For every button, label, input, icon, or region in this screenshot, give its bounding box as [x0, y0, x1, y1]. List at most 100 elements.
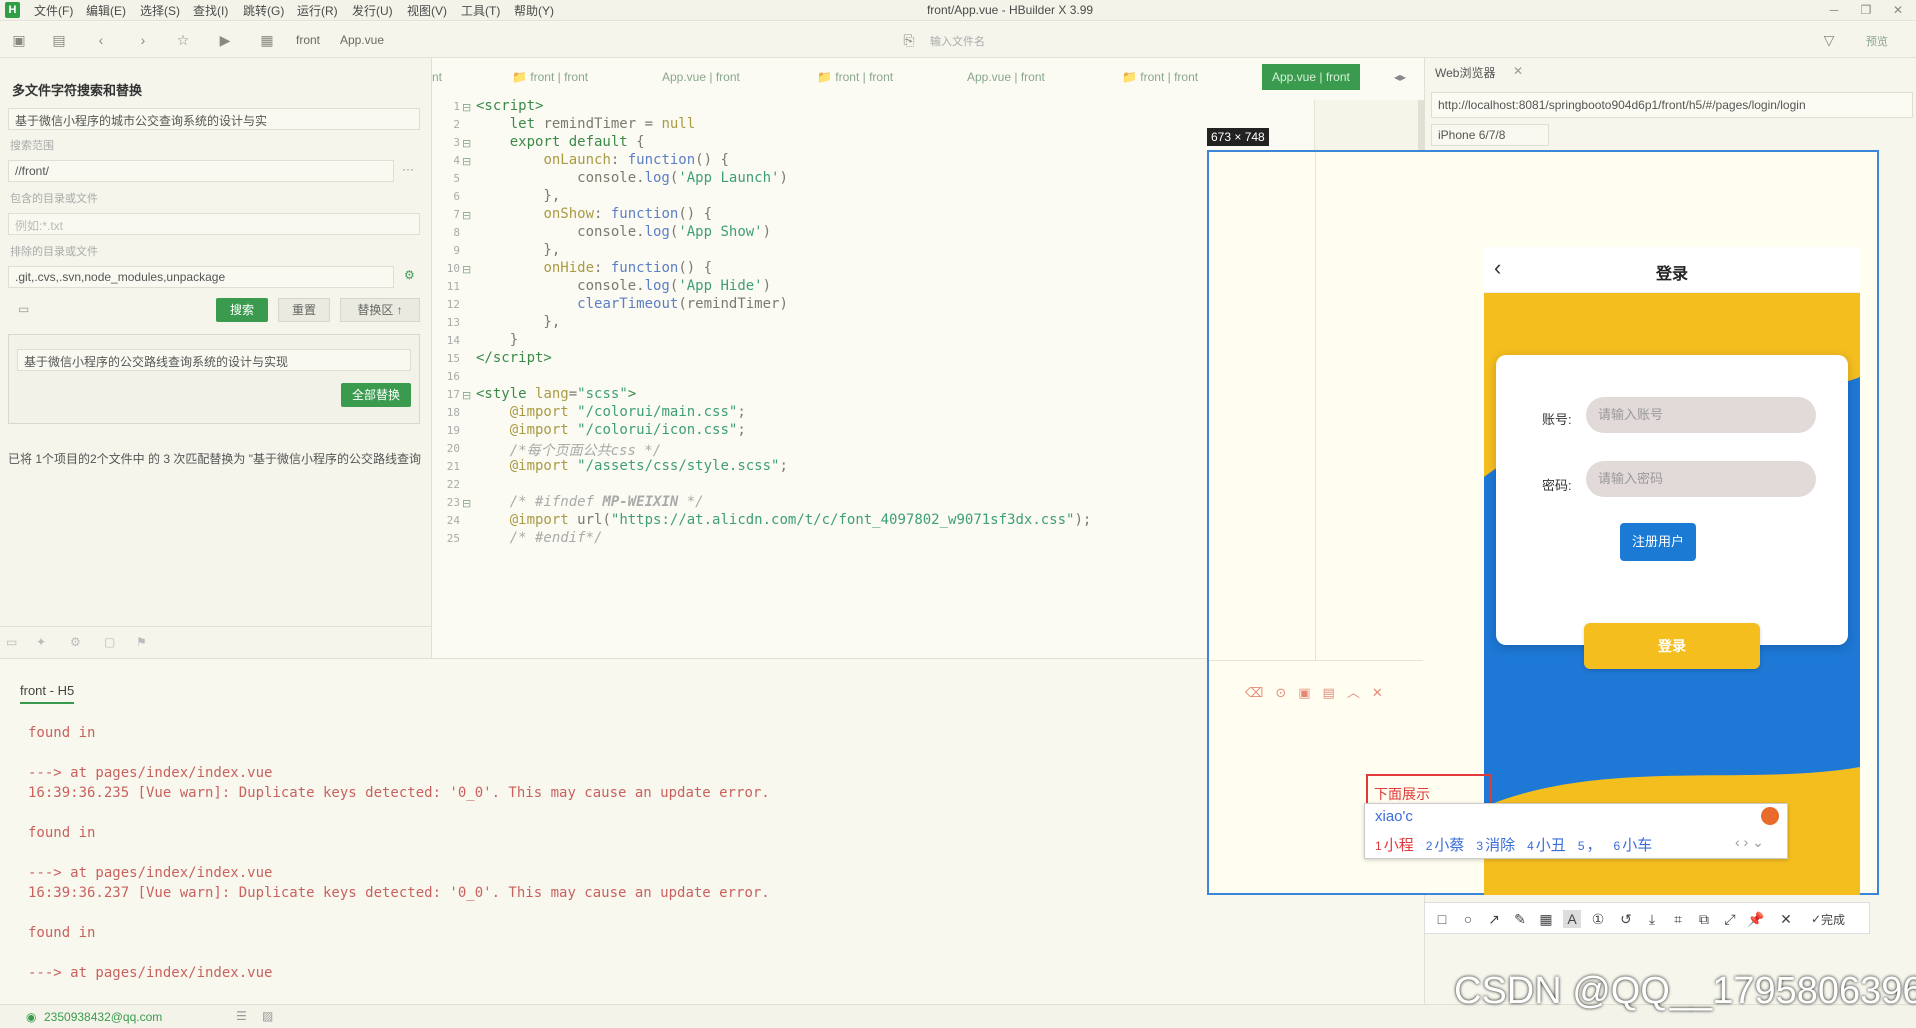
tab-active-app-vue[interactable]: App.vue | front: [1262, 64, 1360, 90]
fold-icon[interactable]: ⊟: [462, 263, 471, 276]
tab-3[interactable]: 📁 front | front: [817, 64, 893, 90]
replace-input[interactable]: 基于微信小程序的公交路线查询系统的设计与实现: [17, 349, 411, 371]
run-icon[interactable]: ▶: [216, 31, 234, 49]
fold-icon[interactable]: ⊟: [462, 209, 471, 222]
menu-help[interactable]: 帮助(Y): [514, 2, 554, 19]
pen-icon[interactable]: ✎: [1511, 910, 1529, 928]
fold-icon[interactable]: ⊟: [462, 155, 471, 168]
include-input[interactable]: 例如:*.txt: [8, 213, 420, 235]
preview-button[interactable]: 预览: [1866, 33, 1888, 49]
settings-icon[interactable]: ⚙: [404, 268, 415, 282]
menu-find[interactable]: 查找(I): [193, 2, 228, 19]
filter-icon[interactable]: ▽: [1820, 31, 1838, 49]
fold-icon[interactable]: ⊟: [462, 101, 471, 114]
breadcrumb-project[interactable]: front: [296, 33, 320, 47]
ime-candidate[interactable]: 6 小车: [1614, 837, 1653, 854]
annotation-box[interactable]: 下面展示: [1366, 774, 1492, 806]
tab-5[interactable]: 📁 front | front: [1122, 64, 1198, 90]
line-number: 6: [453, 190, 460, 203]
login-button[interactable]: 登录: [1584, 623, 1760, 669]
list-icon[interactable]: ☰: [236, 1009, 247, 1023]
bottom-icon-4[interactable]: ▢: [104, 635, 115, 649]
register-button[interactable]: 注册用户: [1620, 523, 1696, 561]
cancel-icon[interactable]: ✕: [1777, 910, 1795, 928]
tab-0[interactable]: nt: [432, 64, 442, 90]
exclude-input[interactable]: .git,.cvs,.svn,node_modules,unpackage: [8, 266, 394, 288]
device-select[interactable]: iPhone 6/7/8: [1431, 124, 1549, 146]
password-input[interactable]: 请输入密码: [1586, 461, 1816, 497]
code-line: console.log('App Launch'): [476, 170, 788, 186]
arrow-icon[interactable]: ↗: [1485, 910, 1503, 928]
bottom-icon-3[interactable]: ⚙: [70, 635, 81, 649]
close-tab-icon[interactable]: ✕: [1513, 64, 1523, 78]
tabs-scroll-icon[interactable]: ◂▸: [1394, 64, 1406, 90]
breadcrumb-file[interactable]: App.vue: [340, 33, 384, 47]
replace-all-button[interactable]: 全部替换: [341, 383, 411, 407]
replace-toggle-button[interactable]: 替换区 ↑: [340, 298, 420, 322]
rectangle-icon[interactable]: □: [1433, 910, 1451, 928]
menu-file[interactable]: 文件(F): [34, 2, 73, 19]
save-icon[interactable]: ▤: [50, 31, 68, 49]
console-tab[interactable]: front - H5: [20, 683, 75, 704]
scope-input[interactable]: //front/: [8, 160, 394, 182]
menu-select[interactable]: 选择(S): [140, 2, 180, 19]
tab-2[interactable]: App.vue | front: [662, 64, 740, 90]
done-button[interactable]: ✓ 完成: [1803, 910, 1853, 928]
bottom-icon-1[interactable]: ▭: [6, 635, 17, 649]
menu-edit[interactable]: 编辑(E): [86, 2, 126, 19]
image-icon[interactable]: ▨: [262, 1009, 273, 1023]
menu-run[interactable]: 运行(R): [297, 2, 338, 19]
menu-view[interactable]: 视图(V): [407, 2, 447, 19]
ime-candidate[interactable]: 4 小丑: [1527, 837, 1566, 854]
forward-icon[interactable]: ›: [134, 31, 152, 49]
mosaic-icon[interactable]: ▦: [1537, 910, 1555, 928]
fold-icon[interactable]: ⊟: [462, 137, 471, 150]
search-input[interactable]: 基于微信小程序的城市公交查询系统的设计与实: [8, 108, 420, 130]
text-icon[interactable]: A: [1563, 910, 1581, 928]
tab-1[interactable]: 📁 front | front: [512, 64, 588, 90]
ime-candidate[interactable]: 1 小程: [1375, 837, 1414, 854]
fullscreen-icon[interactable]: ⤢: [1721, 910, 1739, 928]
minimize-icon[interactable]: ─: [1820, 0, 1848, 20]
code-line: console.log('App Hide'): [476, 278, 772, 294]
download-icon[interactable]: ⤓: [1643, 910, 1661, 928]
bottom-icon-5[interactable]: ⚑: [136, 635, 147, 649]
menu-tools[interactable]: 工具(T): [461, 2, 500, 19]
pin-icon[interactable]: 📌: [1747, 910, 1765, 928]
ime-candidate[interactable]: 5，: [1578, 837, 1602, 854]
fold-icon[interactable]: ⊟: [462, 497, 471, 510]
crop-icon[interactable]: ⌗: [1669, 910, 1687, 928]
console-toolbar-icons[interactable]: ⌫⊙▣▤︿✕: [1245, 682, 1395, 701]
folder-icon[interactable]: ▭: [18, 302, 29, 316]
bottom-icon-2[interactable]: ✦: [36, 635, 46, 649]
code-line: },: [476, 242, 561, 258]
number-icon[interactable]: ①: [1589, 910, 1607, 928]
undo-icon[interactable]: ↺: [1617, 910, 1635, 928]
project-icon[interactable]: ▦: [258, 31, 276, 49]
file-name-input[interactable]: 输入文件名: [930, 33, 985, 49]
account-label[interactable]: 2350938432@qq.com: [44, 1010, 162, 1024]
ime-candidate[interactable]: 3 消除: [1476, 837, 1515, 854]
star-icon[interactable]: ☆: [174, 31, 192, 49]
panel-title: 多文件字符搜索和替换: [12, 83, 143, 98]
menu-goto[interactable]: 跳转(G): [243, 2, 284, 19]
close-window-icon[interactable]: ✕: [1884, 0, 1912, 20]
reset-button[interactable]: 重置: [278, 298, 330, 322]
code-line: /*每个页面公共css */: [509, 443, 662, 459]
ime-page-icon[interactable]: ‹ › ⌄: [1735, 834, 1764, 851]
menu-publish[interactable]: 发行(U): [352, 2, 393, 19]
account-input[interactable]: 请输入账号: [1586, 397, 1816, 433]
search-button[interactable]: 搜索: [216, 298, 268, 322]
new-file-icon[interactable]: ▣: [10, 31, 28, 49]
ellipse-icon[interactable]: ○: [1459, 910, 1477, 928]
more-options-icon[interactable]: ···: [402, 162, 414, 176]
ime-candidate[interactable]: 2 小蔡: [1426, 837, 1465, 854]
maximize-icon[interactable]: ❐: [1852, 0, 1880, 20]
url-bar[interactable]: http://localhost:8081/springbooto904d6p1…: [1431, 92, 1913, 118]
copy-icon[interactable]: ⧉: [1695, 910, 1713, 928]
fold-icon[interactable]: ⊟: [462, 389, 471, 402]
back-icon[interactable]: ‹: [92, 31, 110, 49]
browser-tab[interactable]: Web浏览器: [1435, 64, 1495, 81]
ime-logo-icon[interactable]: [1761, 807, 1779, 825]
tab-4[interactable]: App.vue | front: [967, 64, 1045, 90]
